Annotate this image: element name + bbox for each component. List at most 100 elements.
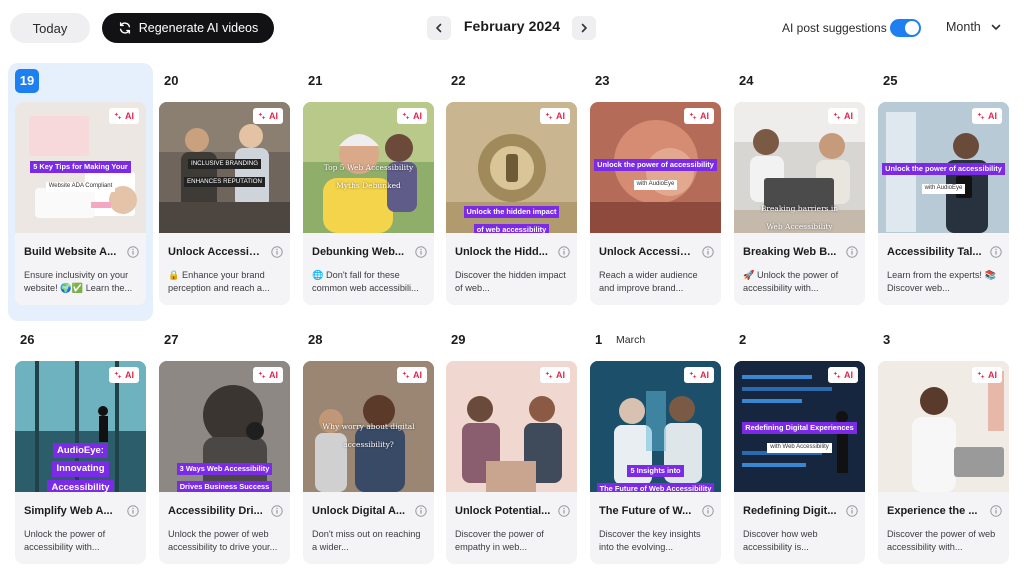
post-title: Simplify Web A... [24,505,113,517]
info-icon[interactable] [415,246,427,258]
post-title: Unlock Accessibi... [168,246,264,258]
caption-line: Unlock the power of accessibility [594,159,717,171]
sparkle-icon [977,112,985,120]
info-icon[interactable] [415,505,427,517]
post-thumbnail[interactable]: Unlock the hidden impact of web accessibi… [446,102,577,233]
post-thumbnail[interactable]: INCLUSIVE BRANDING ENHANCES REPUTATION AI [159,102,290,233]
day-number: 2 [739,332,747,347]
post-thumbnail[interactable]: Redefining Digital Experiences with Web A… [734,361,865,492]
thumbnail-caption: Redefining Digital Experiences with Web A… [734,417,865,453]
caption-line: Drives Business Success [176,481,273,492]
info-icon[interactable] [990,505,1002,517]
ai-post-suggestions-label: AI post suggestions [782,21,887,35]
ai-badge: AI [972,108,1002,124]
sparkle-icon [258,112,266,120]
post-card[interactable]: INCLUSIVE BRANDING ENHANCES REPUTATION AI U… [159,102,290,305]
ai-badge-label: AI [125,370,134,380]
ai-badge-label: AI [125,111,134,121]
post-card[interactable]: 5 Key Tips for Making Your Website ADA Co… [15,102,146,305]
day-number: 3 [883,332,891,347]
info-icon[interactable] [271,505,283,517]
post-thumbnail[interactable]: Top 5 Web Accessibility Myths Debunked AI [303,102,434,233]
post-thumbnail[interactable]: Breaking barriers in Web Accessibility AI [734,102,865,233]
post-title: Unlock Digital A... [312,505,406,517]
ai-badge: AI [684,367,714,383]
caption-line: Unlock the hidden impact [463,206,560,218]
post-thumbnail[interactable]: 3 Ways Web Accessibility Drives Business … [159,361,290,492]
post-card[interactable]: AI Experience the ... Discover the power o… [878,361,1009,564]
info-icon[interactable] [127,246,139,258]
day-number: 23 [595,73,610,88]
post-card[interactable]: Unlock the power of accessibility with Au… [590,102,721,305]
ai-badge-label: AI [269,370,278,380]
thumbnail-caption: 5 Insights into The Future of Web Accessi… [590,460,721,492]
regenerate-ai-videos-button[interactable]: Regenerate AI videos [102,13,274,43]
post-title: The Future of W... [599,505,692,517]
post-thumbnail[interactable]: Unlock the power of accessibility with Au… [590,102,721,233]
today-button[interactable]: Today [10,13,90,43]
next-month-button[interactable] [572,16,596,40]
post-card[interactable]: Unlock the power of accessibility with Au… [878,102,1009,305]
thumbnail-caption: Unlock the hidden impact of web accessibi… [446,201,577,233]
post-description: Ensure inclusivity on your website! 🌍✅ L… [24,270,133,293]
thumbnail-caption: 5 Key Tips for Making Your Website ADA Co… [15,156,146,192]
post-card[interactable]: Unlock the hidden impact of web accessibi… [446,102,577,305]
post-title: Accessibility Dri... [168,505,263,517]
info-icon[interactable] [846,505,858,517]
day-number: 27 [164,332,179,347]
post-card[interactable]: Redefining Digital Experiences with Web A… [734,361,865,564]
info-icon[interactable] [846,246,858,258]
ai-badge-label: AI [413,111,422,121]
day-number: 25 [883,73,898,88]
caption-line: with AudioEye [633,180,678,190]
thumbnail-caption: INCLUSIVE BRANDING ENHANCES REPUTATION [159,152,290,188]
post-card[interactable]: Breaking barriers in Web Accessibility AI B… [734,102,865,305]
sparkle-icon [114,112,122,120]
thumbnail-caption: Top 5 Web Accessibility Myths Debunked [303,157,434,193]
post-thumbnail[interactable]: Why worry about digital accessibility? AI [303,361,434,492]
info-icon[interactable] [990,246,1002,258]
post-card[interactable]: 3 Ways Web Accessibility Drives Business … [159,361,290,564]
day-number: 21 [308,73,323,88]
info-icon[interactable] [558,505,570,517]
thumbnail-caption: 3 Ways Web Accessibility Drives Business … [159,458,290,492]
caption-line: Top 5 Web Accessibility [323,163,414,172]
day-number: 24 [739,73,754,88]
current-month-title: February 2024 [463,18,561,34]
post-title: Unlock Accessibi... [599,246,695,258]
post-card[interactable]: AI Unlock Potential... Discover the power … [446,361,577,564]
previous-month-button[interactable] [427,16,451,40]
info-icon[interactable] [558,246,570,258]
ai-badge: AI [109,108,139,124]
post-description: Discover the power of web accessibility … [887,529,996,552]
ai-badge-label: AI [700,370,709,380]
info-icon[interactable] [127,505,139,517]
post-thumbnail[interactable]: AI [878,361,1009,492]
post-description: 🌐 Don't fall for these common web access… [312,270,419,293]
post-card[interactable]: 5 Insights into The Future of Web Accessi… [590,361,721,564]
post-thumbnail[interactable]: AudioEye: Innovating Accessibility AI [15,361,146,492]
caption-line: Accessibility [47,479,114,492]
post-thumbnail[interactable]: AI [446,361,577,492]
view-select[interactable]: Month [946,20,1001,34]
ai-post-suggestions-toggle[interactable] [890,19,921,37]
post-title: Unlock Potential... [455,505,551,517]
post-card[interactable]: Why worry about digital accessibility? AI U… [303,361,434,564]
post-thumbnail[interactable]: Unlock the power of accessibility with Au… [878,102,1009,233]
info-icon[interactable] [702,505,714,517]
sparkle-icon [545,371,553,379]
sparkle-icon [402,371,410,379]
ai-badge: AI [828,367,858,383]
post-description: Discover how web accessibility is... [743,529,818,552]
info-icon[interactable] [271,246,283,258]
thumbnail-caption: Breaking barriers in Web Accessibility [734,198,865,233]
info-icon[interactable] [702,246,714,258]
post-card[interactable]: AudioEye: Innovating Accessibility AI Simpli… [15,361,146,564]
sparkle-icon [545,112,553,120]
post-card[interactable]: Top 5 Web Accessibility Myths Debunked AI D… [303,102,434,305]
post-thumbnail[interactable]: 5 Key Tips for Making Your Website ADA Co… [15,102,146,233]
ai-badge: AI [540,108,570,124]
post-thumbnail[interactable]: 5 Insights into The Future of Web Accessi… [590,361,721,492]
ai-badge: AI [253,367,283,383]
caption-line: Redefining Digital Experiences [742,422,857,434]
